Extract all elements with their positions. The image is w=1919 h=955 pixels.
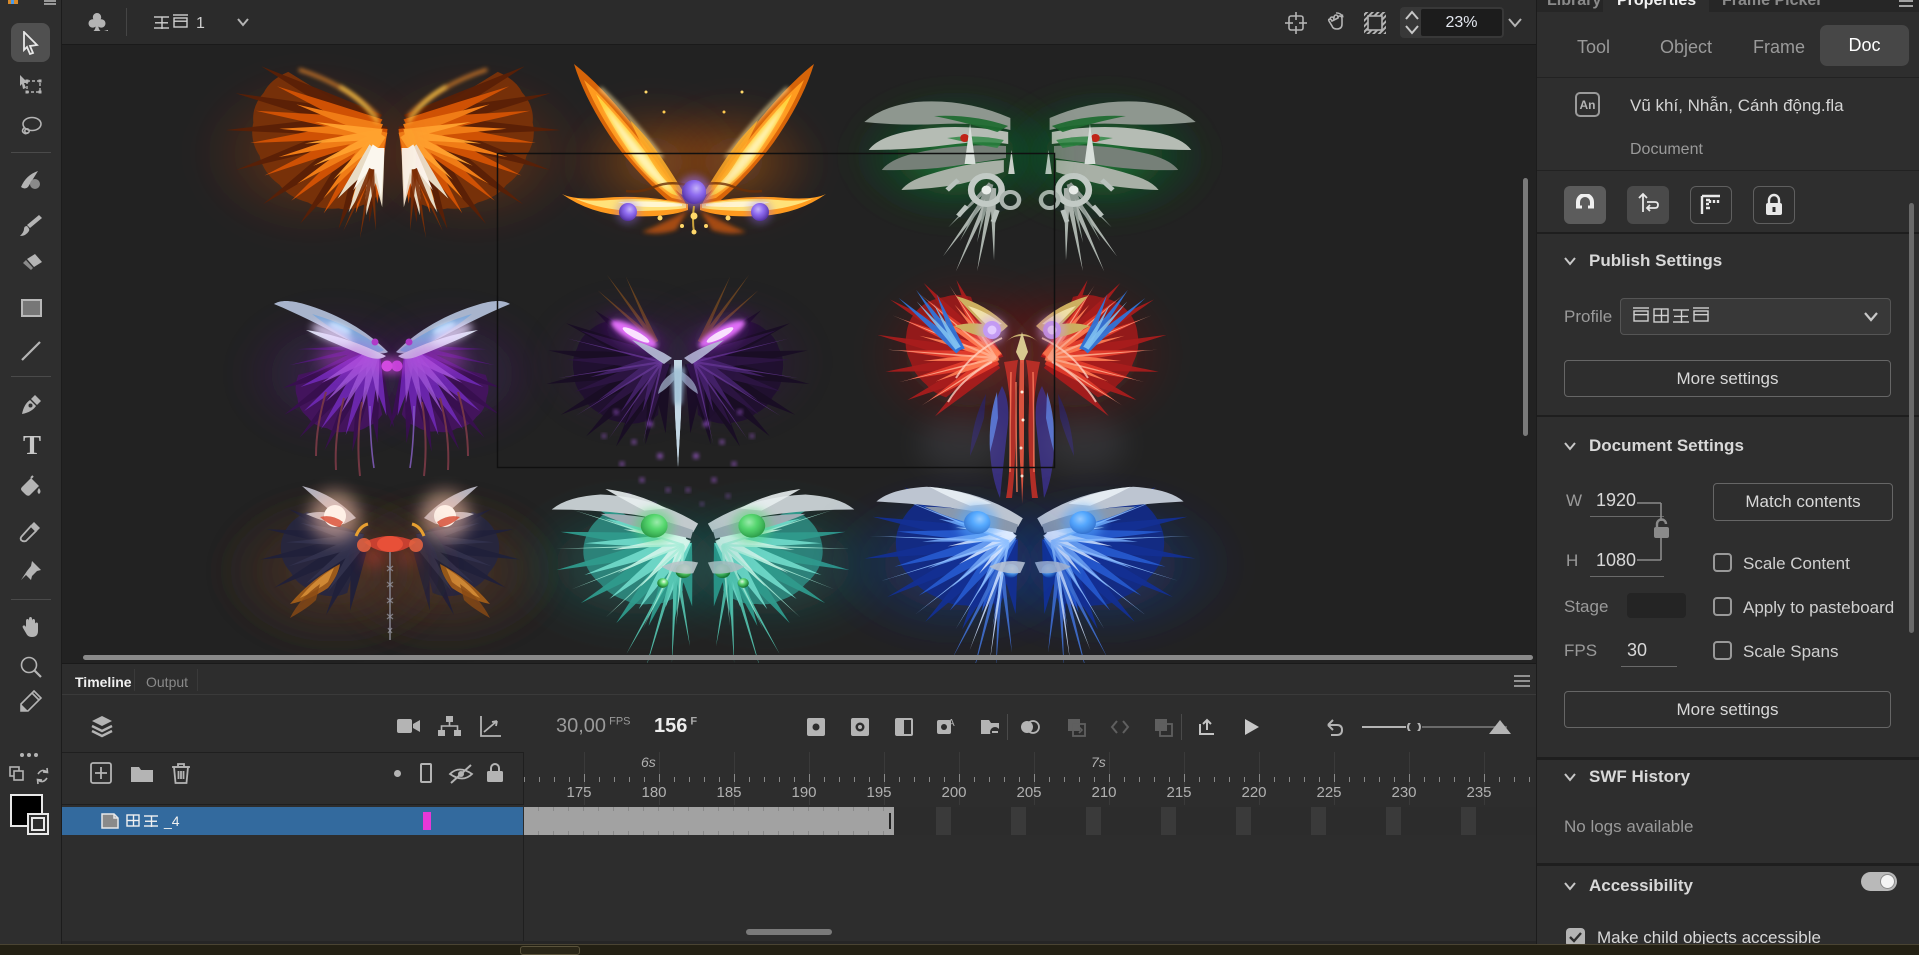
svg-text:1: 1 xyxy=(196,15,205,32)
svg-text:A: A xyxy=(948,718,955,729)
svg-text:_4: _4 xyxy=(163,813,180,829)
